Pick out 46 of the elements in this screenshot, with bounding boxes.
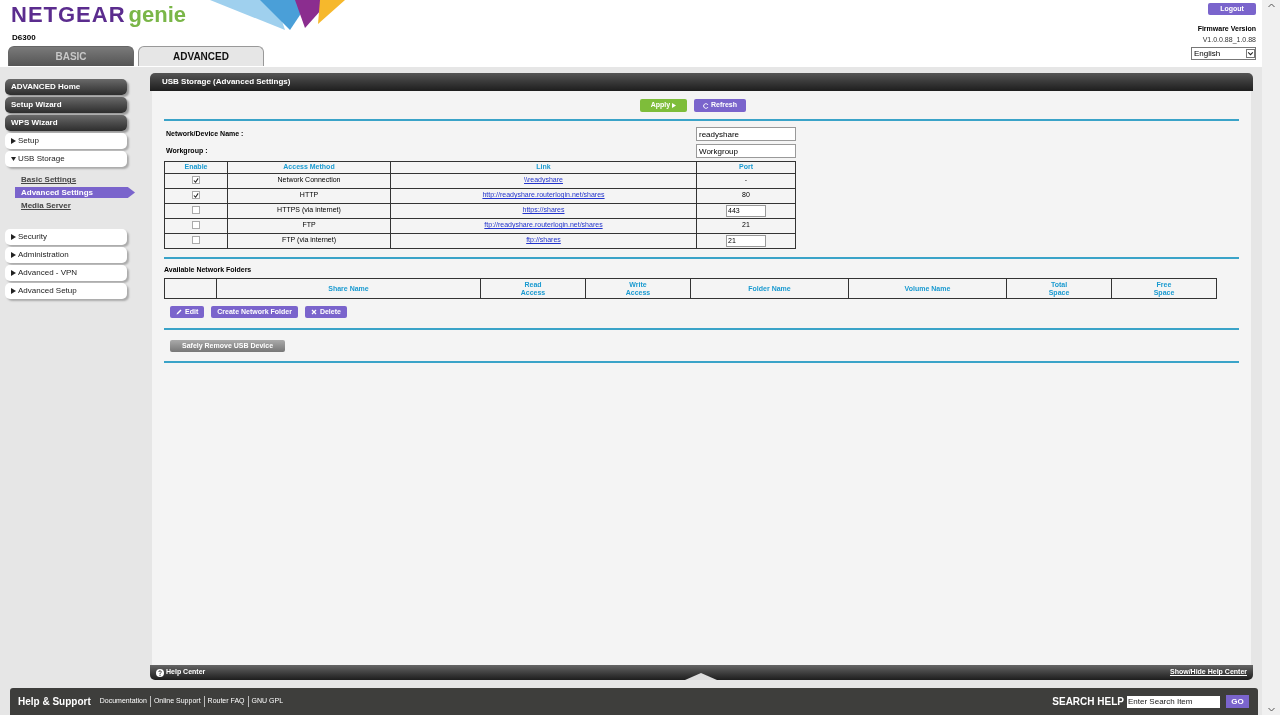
dropdown-caret-icon	[1246, 49, 1255, 58]
sidebar-item[interactable]: WPS Wizard	[5, 115, 127, 131]
sidebar-item[interactable]: USB Storage	[5, 151, 127, 167]
product-logo-text: genie	[128, 4, 187, 26]
submenu-link[interactable]: Advanced Settings	[15, 187, 135, 198]
checkbox[interactable]	[192, 236, 200, 245]
submenu-link[interactable]: Basic Settings	[21, 174, 77, 185]
sidebar-item[interactable]: Advanced Setup	[5, 283, 127, 299]
triangle-right-icon	[11, 252, 16, 258]
search-help-label: SEARCH HELP	[1052, 695, 1124, 709]
search-field[interactable]: Enter Search Item	[1127, 695, 1220, 708]
triangle-right-icon	[11, 234, 16, 240]
panel-title-bar: USB Storage (Advanced Settings)	[150, 73, 1253, 91]
scroll-down-icon	[1267, 707, 1275, 712]
checkbox[interactable]	[192, 176, 200, 185]
text-input[interactable]: Workgroup	[696, 144, 796, 158]
sidebar-item[interactable]: Advanced - VPN	[5, 265, 127, 281]
footer-title: Help & Support	[18, 695, 91, 709]
close-icon	[310, 309, 317, 315]
go-button[interactable]: GO	[1226, 695, 1249, 708]
checkbox[interactable]	[192, 221, 200, 230]
nav-tab[interactable]: ADVANCED	[138, 46, 264, 66]
text-input[interactable]: readyshare	[696, 127, 796, 141]
triangle-right-icon	[11, 138, 16, 144]
language-select[interactable]: English	[1191, 47, 1256, 60]
sidebar-item[interactable]: ADVANCED Home	[5, 79, 127, 95]
checkbox[interactable]	[192, 206, 200, 215]
sidebar-item[interactable]: Administration	[5, 247, 127, 263]
expand-arrow-icon	[685, 673, 717, 680]
help-icon	[156, 668, 164, 677]
language-value: English	[1194, 47, 1221, 60]
pencil-icon	[176, 309, 182, 315]
triangle-down-icon	[11, 156, 16, 162]
refresh-icon	[702, 102, 709, 109]
sidebar-item[interactable]: Setup	[5, 133, 127, 149]
submenu-link[interactable]: Media Server	[21, 200, 71, 211]
triangle-right-icon	[11, 288, 16, 294]
play-icon	[672, 103, 677, 108]
scroll-up-icon	[1267, 3, 1275, 8]
checkbox[interactable]	[192, 191, 200, 200]
sidebar-item[interactable]: Setup Wizard	[5, 97, 127, 113]
scrollbar[interactable]	[1262, 0, 1280, 715]
model-label: D6300	[12, 32, 37, 44]
triangle-right-icon	[11, 270, 16, 276]
sidebar-item[interactable]: Security	[5, 229, 127, 245]
brand-logo-text: NETGEAR	[11, 4, 126, 26]
